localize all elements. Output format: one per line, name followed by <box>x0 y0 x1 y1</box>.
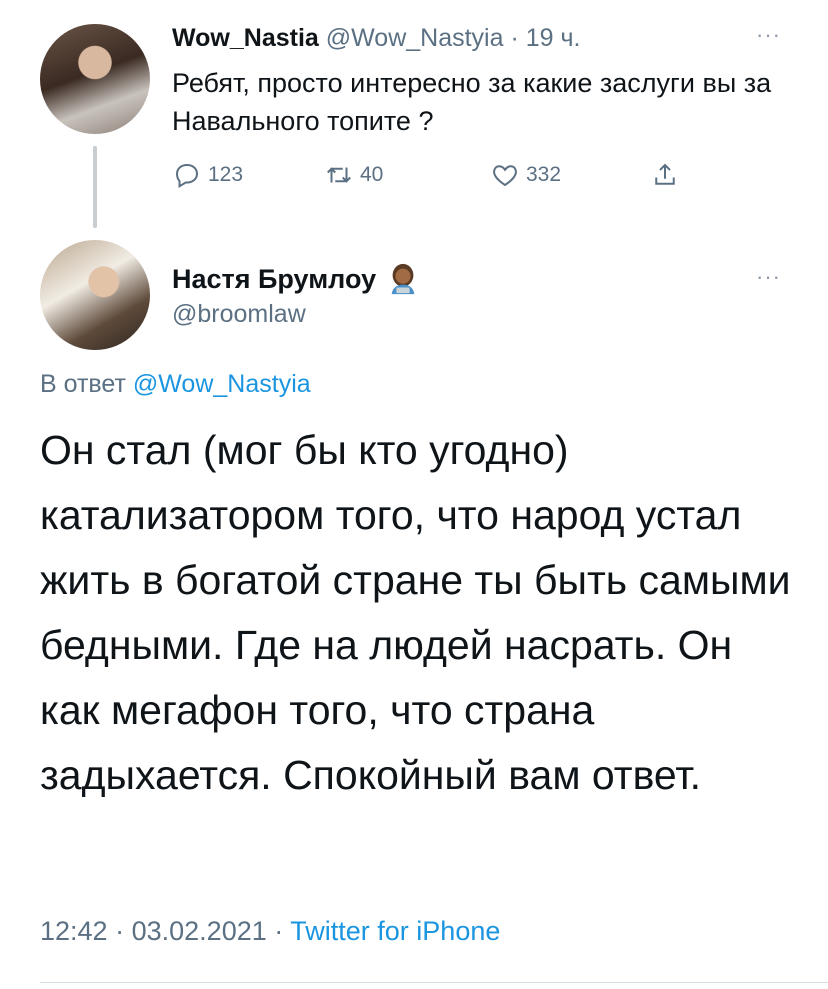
share-button[interactable] <box>650 160 686 190</box>
parent-tweet-text: Ребят, просто интересно за какие заслуги… <box>172 68 772 136</box>
retweet-count: 40 <box>360 163 384 186</box>
retweet-icon <box>327 167 351 183</box>
reply-prefix: В ответ <box>40 370 126 398</box>
parent-more-options-icon[interactable]: ··· <box>756 22 781 48</box>
parent-timestamp[interactable]: 19 ч. <box>526 24 581 52</box>
author-name-row: Настя Брумлоу <box>172 262 420 296</box>
parent-avatar[interactable] <box>40 24 150 134</box>
parent-tweet-header: Wow_Nastia @Wow_Nastyia · 19 ч. <box>172 24 580 53</box>
tweet-time[interactable]: 12:42 <box>40 916 108 946</box>
tweet-date[interactable]: 03.02.2021 <box>132 916 267 946</box>
main-tweet-text: Он стал (мог бы кто угодно) катализаторо… <box>40 427 791 798</box>
parent-display-name[interactable]: Wow_Nastia <box>172 24 319 52</box>
thread-connector-line <box>93 146 97 228</box>
meta-separator: · <box>115 916 125 946</box>
tweet-metadata: 12:42 · 03.02.2021 · Twitter for iPhone <box>40 916 500 947</box>
reply-icon <box>175 163 199 189</box>
like-icon <box>493 165 517 187</box>
retweet-button[interactable]: 40 <box>324 160 383 190</box>
main-more-options-icon[interactable]: ··· <box>756 264 781 290</box>
parent-handle[interactable]: @Wow_Nastyia <box>326 24 504 52</box>
meta-separator-2: · <box>274 916 284 946</box>
author-handle[interactable]: @broomlaw <box>172 300 306 329</box>
reply-count: 123 <box>208 163 244 186</box>
reply-context: В ответ @Wow_Nastyia <box>40 370 311 399</box>
woman-technologist-emoji-icon <box>391 263 415 295</box>
author-avatar[interactable] <box>40 240 150 350</box>
like-button[interactable]: 332 <box>490 160 561 190</box>
reply-button[interactable]: 123 <box>172 160 243 190</box>
author-display-name[interactable]: Настя Брумлоу <box>172 264 376 295</box>
parent-separator: · <box>510 24 519 52</box>
divider <box>40 982 828 983</box>
tweet-source-link[interactable]: Twitter for iPhone <box>290 916 500 946</box>
like-count: 332 <box>526 163 562 186</box>
parent-action-bar: 123 40 332 <box>172 160 692 200</box>
reply-mention-link[interactable]: @Wow_Nastyia <box>133 370 311 398</box>
share-icon <box>655 163 675 185</box>
